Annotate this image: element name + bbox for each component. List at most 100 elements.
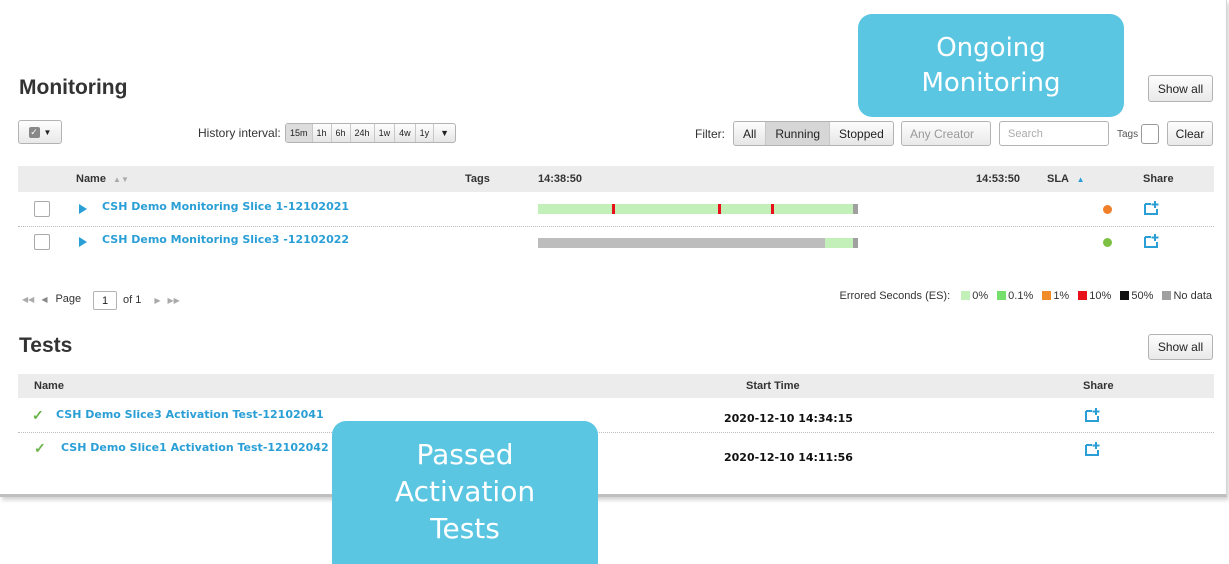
time-start-label: 14:38:50 [538,173,583,185]
search-placeholder: Search [1008,128,1043,140]
next-page-icon[interactable]: ▶ [154,296,160,305]
select-all-dropdown[interactable]: ✓ ▼ [18,120,62,144]
history-interval-group: 15m 1h 6h 24h 1w 4w 1y ▼ [285,123,457,143]
row-checkbox[interactable] [34,234,50,250]
column-sla-header[interactable]: SLA ▲ [1047,173,1085,185]
row-divider [18,226,1214,227]
legend-swatch [997,291,1007,300]
column-name-header[interactable]: Name ▲▼ [76,173,129,185]
tests-column-name: Name [34,380,64,392]
share-icon[interactable] [1085,408,1101,422]
timeline-bar-ok [825,238,853,248]
pager: ◀◀ ◀ Page [22,293,81,305]
sort-icon: ▲▼ [113,175,129,184]
monitor-name-link[interactable]: CSH Demo Monitoring Slice 1-12102021 [102,200,349,213]
passed-check-icon: ✓ [32,407,44,423]
tests-show-all-button[interactable]: Show all [1148,334,1213,360]
sla-status-dot [1103,205,1112,214]
page-count-label: of 1 [123,294,142,306]
tests-column-start-time: Start Time [746,380,800,392]
timeline-bar-ok [538,204,853,214]
expand-arrow-icon[interactable] [79,204,87,214]
callout-line: Passed [416,438,514,472]
column-share-header: Share [1143,173,1174,185]
passed-check-icon: ✓ [34,440,46,456]
history-interval-label: History interval: [198,126,281,140]
last-page-icon[interactable]: ▶▶ [168,296,180,305]
test-start-time: 2020-12-10 14:11:56 [724,451,853,464]
tests-table-header [18,374,1214,398]
passed-activation-tests-callout: Passed Activation Tests [332,421,598,564]
sla-status-dot [1103,238,1112,247]
callout-line: Tests [430,511,500,545]
timeline-error-mark [718,204,721,214]
filter-group: All Running Stopped [733,121,894,146]
legend-item-label: 10% [1089,290,1112,302]
legend-swatch [1162,291,1172,300]
callout-line: Activation [394,475,536,509]
ongoing-monitoring-callout: Ongoing Monitoring [858,14,1124,117]
legend-item-label: 0% [972,290,989,302]
monitoring-title: Monitoring [19,76,128,99]
time-end-label: 14:53:50 [976,173,1021,185]
monitoring-table-header [18,166,1214,192]
legend-swatch [1078,291,1088,300]
callout-line: Monitoring [921,67,1061,98]
history-option-4w[interactable]: 4w [395,124,416,142]
legend-swatch [1120,291,1130,300]
timeline-error-mark [612,204,615,214]
legend-item-label: 50% [1131,290,1154,302]
first-page-icon[interactable]: ◀◀ [22,295,34,304]
timeline-bar-nodata [853,238,858,248]
expand-arrow-icon[interactable] [79,237,87,247]
timeline-bar-nodata [853,204,858,214]
chevron-down-icon: ▼ [43,127,52,137]
legend-item-label: 1% [1053,290,1070,302]
search-input[interactable]: Search [999,121,1109,146]
legend-swatch [1042,291,1052,300]
history-option-24h[interactable]: 24h [351,124,375,142]
creator-select[interactable]: Any Creator [901,121,991,146]
page-input[interactable]: 1 [93,291,117,310]
row-checkbox[interactable] [34,201,50,217]
es-legend: Errored Seconds (ES): 0% 0.1% 1% 10% 50%… [839,290,1212,302]
monitor-name-link[interactable]: CSH Demo Monitoring Slice3 -12102022 [102,233,349,246]
legend-item-label: 0.1% [1008,290,1034,302]
test-name-link[interactable]: CSH Demo Slice1 Activation Test-12102042 [61,441,329,454]
history-option-15m[interactable]: 15m [286,124,313,142]
chevron-down-icon[interactable]: ▼ [434,124,455,142]
filter-all[interactable]: All [734,122,767,145]
timeline-error-mark [771,204,774,214]
tests-title: Tests [19,334,73,357]
column-sla-label: SLA [1047,173,1069,185]
creator-select-value: Any Creator [910,126,975,141]
share-icon[interactable] [1085,442,1101,456]
sort-asc-icon: ▲ [1076,175,1085,184]
tags-checkbox[interactable] [1141,124,1159,144]
filter-stopped[interactable]: Stopped [830,122,893,145]
filter-running[interactable]: Running [766,122,831,145]
legend-item-label: No data [1173,290,1212,302]
prev-page-icon[interactable]: ◀ [41,295,47,304]
column-tags-header: Tags [465,173,490,185]
share-icon[interactable] [1144,234,1160,248]
history-option-1h[interactable]: 1h [313,124,332,142]
share-icon[interactable] [1144,201,1160,215]
timeline-bar-nodata [538,238,825,248]
test-name-link[interactable]: CSH Demo Slice3 Activation Test-12102041 [56,408,324,421]
legend-swatch [961,291,971,300]
history-option-1y[interactable]: 1y [416,124,435,142]
history-option-1w[interactable]: 1w [375,124,396,142]
clear-button[interactable]: Clear [1167,121,1213,146]
monitoring-show-all-button[interactable]: Show all [1148,75,1213,102]
callout-line: Ongoing [936,33,1046,64]
column-name-label: Name [76,173,106,185]
tests-column-share: Share [1083,380,1114,392]
history-option-6h[interactable]: 6h [332,124,351,142]
pager-right: of 1 ▶ ▶▶ [123,294,180,306]
checkbox-icon: ✓ [28,126,40,138]
legend-label: Errored Seconds (ES): [839,290,951,302]
tags-label: Tags [1117,129,1139,140]
page-label: Page [55,293,82,305]
test-start-time: 2020-12-10 14:34:15 [724,412,853,425]
